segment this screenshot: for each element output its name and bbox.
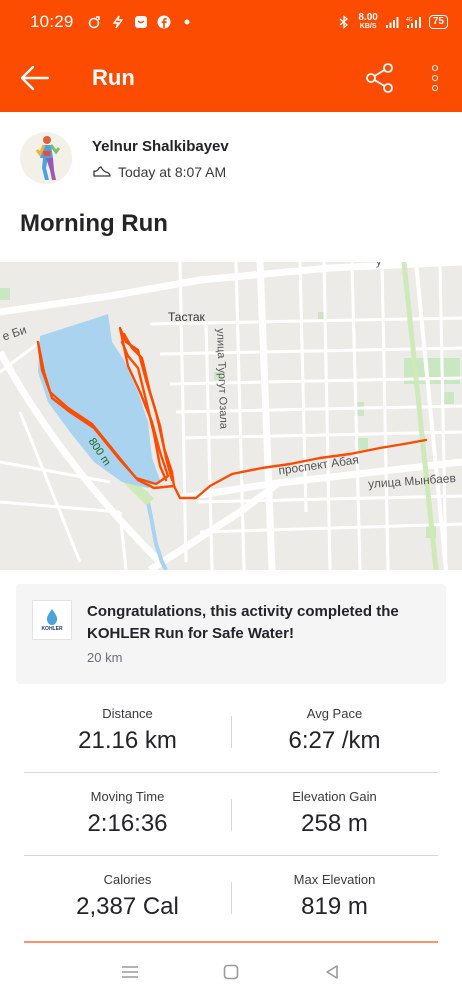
facebook-icon <box>157 15 171 29</box>
back-button[interactable] <box>0 44 70 112</box>
stat-value: 6:27 /km <box>288 727 381 754</box>
chat-icon <box>134 16 147 28</box>
map-label-top-fragment: у <box>376 262 382 268</box>
stat-row: Moving Time 2:16:36 Elevation Gain 258 m <box>24 773 438 856</box>
menu-icon <box>122 966 139 978</box>
stat-avg-pace: Avg Pace 6:27 /km <box>231 706 438 755</box>
stat-value: 819 m <box>301 893 368 920</box>
network-speed-unit: KB/S <box>359 23 377 30</box>
stat-value: 2,387 Cal <box>76 893 179 920</box>
challenge-card[interactable]: KOHLER Congratulations, this activity co… <box>16 584 446 684</box>
home-button[interactable] <box>220 961 242 983</box>
lightning-icon <box>112 15 123 29</box>
water-drop-icon <box>46 609 58 625</box>
route-map[interactable]: Тастак улица Тургут Озала проспект Абая … <box>0 262 462 570</box>
stat-label: Distance <box>102 706 153 721</box>
stat-label: Elevation Gain <box>292 789 377 804</box>
runner-avatar-image <box>35 136 61 180</box>
svg-text:4G: 4G <box>406 17 413 23</box>
more-vertical-icon <box>432 65 438 71</box>
share-button[interactable] <box>364 62 396 94</box>
4g-signal-icon: 4G <box>406 17 421 28</box>
stat-value: 258 m <box>301 810 368 837</box>
badge-text: KOHLER <box>41 626 63 632</box>
stat-value: 2:16:36 <box>87 810 168 837</box>
network-speed-value: 8.00 <box>358 12 378 23</box>
bluetooth-icon <box>339 15 349 29</box>
stat-row: Calories 2,387 Cal Max Elevation 819 m <box>24 856 438 939</box>
dot-icon <box>184 19 190 25</box>
stat-row: Distance 21.16 km Avg Pace 6:27 /km <box>24 690 438 773</box>
athlete-header: Yelnur Shalkibayev Today at 8:07 AM <box>20 132 229 184</box>
stat-label: Moving Time <box>90 789 165 804</box>
back-triangle-icon <box>325 965 338 979</box>
activity-title: Morning Run <box>20 210 168 237</box>
shoe-icon <box>93 166 111 177</box>
stat-label: Avg Pace <box>306 706 363 721</box>
stat-value: 21.16 km <box>78 727 177 754</box>
map-canvas <box>0 262 462 570</box>
stats-grid: Distance 21.16 km Avg Pace 6:27 /km Movi… <box>24 690 438 939</box>
home-square-icon <box>223 964 239 980</box>
activity-detail: Yelnur Shalkibayev Today at 8:07 AM Morn… <box>0 112 462 944</box>
challenge-title: Congratulations, this activity completed… <box>87 603 399 642</box>
activity-meta: Today at 8:07 AM <box>92 164 229 180</box>
stat-calories: Calories 2,387 Cal <box>24 872 231 921</box>
map-label-district: Тастак <box>168 310 205 324</box>
status-bar: 10:29 8.00 KB/S 4G 75 <box>0 0 462 44</box>
stat-distance: Distance 21.16 km <box>24 706 231 755</box>
arrow-left-icon <box>20 65 50 91</box>
signal-icon <box>385 17 399 28</box>
page-title: Run <box>92 65 135 90</box>
network-speed: 8.00 KB/S <box>358 13 377 31</box>
notification-icons <box>88 15 194 29</box>
status-time: 10:29 <box>30 12 74 31</box>
system-status: 8.00 KB/S 4G 75 <box>337 13 448 31</box>
avatar[interactable] <box>20 132 72 184</box>
system-nav-bar <box>0 944 462 1000</box>
back-nav-button[interactable] <box>321 961 343 983</box>
more-options-button[interactable] <box>426 62 444 94</box>
stat-label: Max Elevation <box>293 872 376 887</box>
stat-moving-time: Moving Time 2:16:36 <box>24 789 231 838</box>
section-divider <box>24 941 438 943</box>
strava-notification-icon <box>88 16 100 29</box>
athlete-name[interactable]: Yelnur Shalkibayev <box>92 138 229 155</box>
app-bar: Run <box>0 44 462 112</box>
activity-timestamp: Today at 8:07 AM <box>118 164 227 180</box>
recents-button[interactable] <box>119 961 141 983</box>
athlete-info: Yelnur Shalkibayev Today at 8:07 AM <box>92 138 229 180</box>
challenge-badge: KOHLER <box>32 600 72 640</box>
stat-label: Calories <box>103 872 152 887</box>
stat-elevation-gain: Elevation Gain 258 m <box>231 789 438 838</box>
challenge-subtitle: 20 km <box>87 650 123 665</box>
battery-icon: 75 <box>428 15 448 29</box>
stat-max-elevation: Max Elevation 819 m <box>231 872 438 921</box>
share-icon <box>366 63 393 93</box>
